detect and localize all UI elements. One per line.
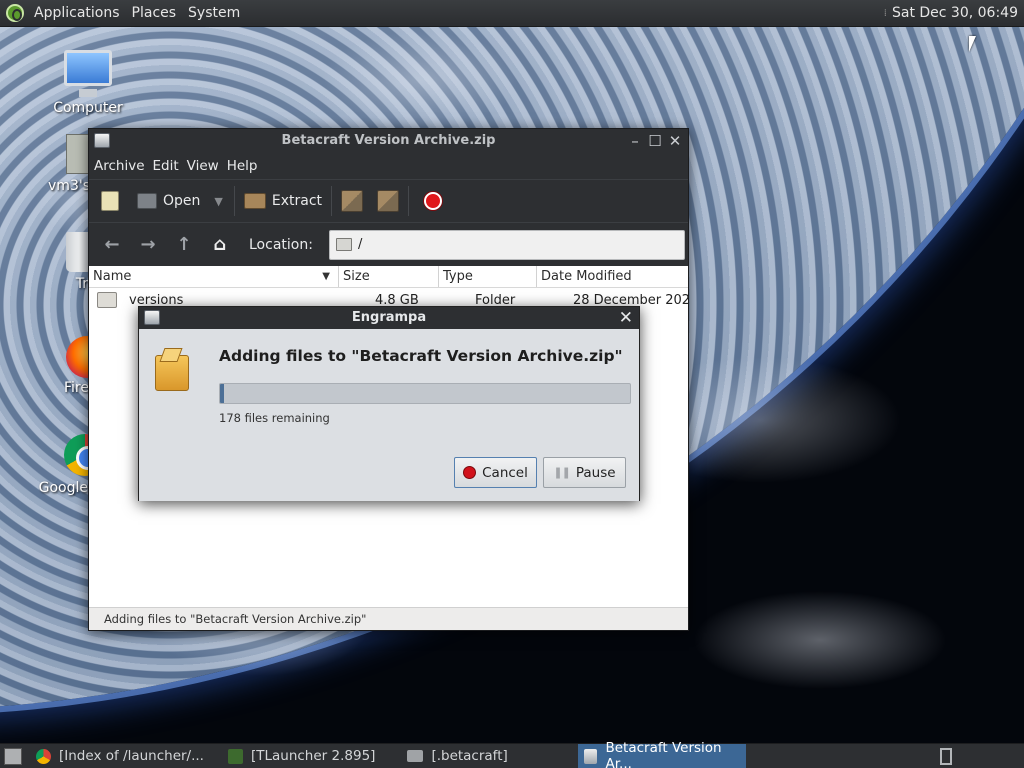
dialog-body: Adding files to "Betacraft Version Archi… <box>139 329 639 501</box>
window-titlebar[interactable]: Betacraft Version Archive.zip – ☐ ✕ <box>89 129 688 153</box>
dialog-titlebar[interactable]: Engrampa ✕ <box>139 307 639 329</box>
mouse-cursor-icon <box>969 36 976 52</box>
task-tlauncher[interactable]: [TLauncher 2.895] <box>222 744 381 768</box>
add-folder-icon <box>377 190 400 212</box>
progress-fill <box>220 384 225 403</box>
files-remaining: 178 files remaining <box>219 411 330 425</box>
add-files-icon <box>341 190 364 212</box>
file-list-header: Name ▼ Size Type Date Modified <box>89 266 688 288</box>
status-bar: Adding files to "Betacraft Version Archi… <box>89 607 688 630</box>
dialog-title: Engrampa <box>351 310 427 325</box>
menubar: Archive Edit View Help <box>89 153 688 179</box>
archive-manager-icon[interactable] <box>94 133 110 148</box>
sort-down-icon: ▼ <box>322 271 330 282</box>
column-size[interactable]: Size <box>339 266 439 287</box>
location-bar: ← → ↑ ⌂ Location: / <box>89 222 688 266</box>
package-icon <box>155 355 189 391</box>
location-label: Location: <box>249 236 313 253</box>
task-archive-manager[interactable]: Betacraft Version Ar... <box>577 740 746 768</box>
dialog-heading: Adding files to "Betacraft Version Archi… <box>219 347 623 365</box>
extract-icon <box>243 193 266 209</box>
menu-view[interactable]: View <box>185 158 225 174</box>
location-value: / <box>357 237 363 252</box>
desktop-icon-label: Google <box>38 480 88 496</box>
stop-icon <box>463 466 477 479</box>
forward-icon[interactable]: → <box>135 232 161 258</box>
home-icon[interactable]: ⌂ <box>207 232 233 258</box>
distro-logo-icon[interactable] <box>6 4 24 22</box>
desktop-icon-trash[interactable]: Tr <box>64 232 92 292</box>
desktop-icon-label: vm3's <box>48 178 90 194</box>
menu-archive[interactable]: Archive <box>92 158 151 174</box>
menu-system[interactable]: System <box>182 0 246 27</box>
archive-manager-icon <box>144 310 160 325</box>
panel-handle-icon[interactable]: ⁞ <box>884 8 887 19</box>
extract-button[interactable]: Extract <box>240 184 326 218</box>
folder-icon <box>335 238 352 251</box>
progress-bar <box>219 383 631 404</box>
top-panel: Applications Places System ⁞ Sat Dec 30,… <box>0 0 1024 27</box>
column-name[interactable]: Name ▼ <box>89 266 339 287</box>
workspace-switcher-icon[interactable] <box>940 747 952 765</box>
pause-button[interactable]: ❚❚ Pause <box>543 457 626 488</box>
desktop-icon-computer[interactable]: Computer <box>48 50 128 116</box>
desktop-icon-firefox[interactable]: Fire <box>64 336 108 396</box>
clock[interactable]: Sat Dec 30, 06:49 <box>892 5 1018 21</box>
task-chrome[interactable]: [Index of /launcher/... <box>30 744 210 768</box>
add-files-button[interactable] <box>337 184 367 218</box>
toolbar-separator <box>408 186 410 216</box>
extract-label: Extract <box>271 193 323 209</box>
menu-help[interactable]: Help <box>225 158 264 174</box>
open-icon <box>137 193 157 209</box>
maximize-icon[interactable]: ☐ <box>648 129 662 153</box>
minimize-icon[interactable]: – <box>628 129 642 153</box>
location-input[interactable]: / <box>328 229 685 260</box>
close-icon[interactable]: ✕ <box>668 129 682 153</box>
stop-button[interactable] <box>420 184 446 218</box>
taskbar: [Index of /launcher/... [TLauncher 2.895… <box>0 740 1024 768</box>
tlauncher-icon <box>227 748 243 764</box>
toolbar-separator <box>331 186 333 216</box>
open-button[interactable]: Open ▼ <box>133 184 229 218</box>
menu-edit[interactable]: Edit <box>151 158 185 174</box>
archive-manager-icon <box>583 748 598 764</box>
stop-icon <box>424 192 443 210</box>
progress-dialog: Engrampa ✕ Adding files to "Betacraft Ve… <box>138 306 640 501</box>
desktop-icon-label: Fire <box>64 380 89 396</box>
desktop-icon-chrome[interactable]: Google <box>38 434 106 496</box>
pause-icon: ❚❚ <box>553 466 570 479</box>
close-icon[interactable]: ✕ <box>619 307 633 329</box>
task-betacraft-folder[interactable]: [.betacraft] <box>401 744 513 768</box>
toolbar: Open ▼ Extract <box>89 179 688 222</box>
chrome-icon <box>36 748 51 764</box>
desktop-icon-label: Tr <box>75 276 88 292</box>
cancel-button[interactable]: Cancel <box>454 457 537 488</box>
show-desktop-icon[interactable] <box>4 747 22 765</box>
computer-icon <box>64 50 112 97</box>
back-icon[interactable]: ← <box>99 232 125 258</box>
column-date-modified[interactable]: Date Modified <box>537 266 688 287</box>
folder-icon <box>97 292 117 308</box>
open-label: Open <box>163 193 201 209</box>
menu-applications[interactable]: Applications <box>28 0 126 27</box>
window-title: Betacraft Version Archive.zip <box>281 133 496 148</box>
new-archive-button[interactable] <box>97 184 123 218</box>
chevron-down-icon[interactable]: ▼ <box>214 195 222 208</box>
new-archive-icon <box>101 191 119 211</box>
up-icon[interactable]: ↑ <box>171 232 197 258</box>
add-folder-button[interactable] <box>373 184 403 218</box>
menu-places[interactable]: Places <box>126 0 183 27</box>
desktop-icon-home[interactable]: vm3's <box>40 134 96 194</box>
desktop-icon-label: Computer <box>53 100 123 116</box>
toolbar-separator <box>233 186 235 216</box>
folder-icon <box>407 750 424 762</box>
column-type[interactable]: Type <box>439 266 537 287</box>
